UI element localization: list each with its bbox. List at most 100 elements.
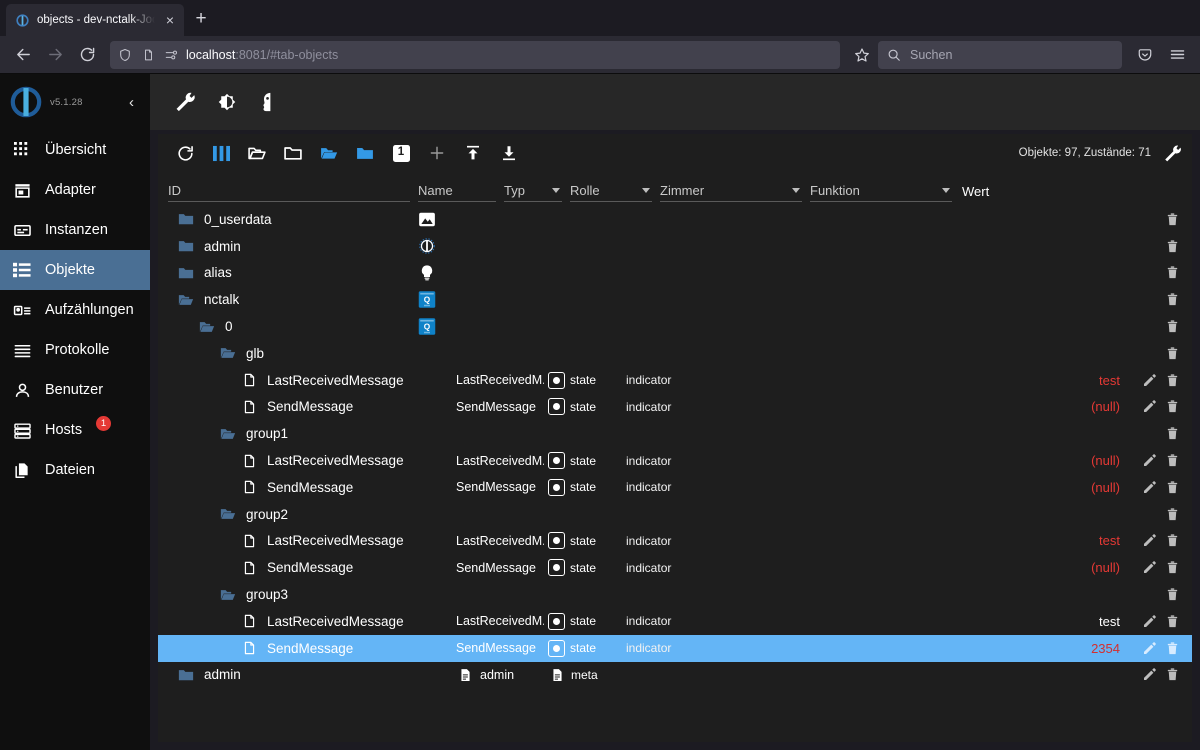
table-row[interactable]: alias (158, 260, 1192, 287)
edit-pencil-icon[interactable] (1142, 560, 1157, 575)
table-row[interactable]: LastReceivedMessageLastReceivedM...state… (158, 608, 1192, 635)
sidebar-item-uebersicht[interactable]: Übersicht (0, 130, 150, 170)
table-row[interactable]: SendMessageSendMessagestateindicator(nul… (158, 474, 1192, 501)
column-header-name[interactable]: Name (418, 180, 496, 202)
column-header-rolle[interactable]: Rolle (570, 180, 652, 202)
page-icon[interactable] (140, 47, 156, 63)
column-header-zimmer[interactable]: Zimmer (660, 180, 802, 202)
close-icon[interactable]: × (162, 12, 178, 28)
table-row[interactable]: group2 (158, 501, 1192, 528)
sidebar-item-objekte[interactable]: Objekte (0, 250, 150, 290)
new-tab-button[interactable]: + (186, 4, 216, 34)
delete-trash-icon[interactable] (1165, 507, 1180, 522)
brightness-icon[interactable] (216, 91, 238, 113)
reload-icon[interactable] (72, 40, 102, 70)
sidebar-item-protokolle[interactable]: Protokolle (0, 330, 150, 370)
sidebar-item-label: Adapter (45, 182, 96, 198)
bookmark-star-icon[interactable] (848, 41, 876, 69)
table-row[interactable]: SendMessageSendMessagestateindicator2354 (158, 635, 1192, 662)
folder-open-icon[interactable] (219, 505, 237, 523)
table-row[interactable]: group3 (158, 581, 1192, 608)
delete-trash-icon[interactable] (1165, 614, 1180, 629)
column-header-typ[interactable]: Typ (504, 180, 562, 202)
collapse-level-button[interactable] (348, 138, 382, 168)
delete-trash-icon[interactable] (1165, 667, 1180, 682)
sidebar-item-hosts[interactable]: Hosts 1 (0, 410, 150, 450)
head-icon[interactable] (258, 91, 280, 113)
delete-trash-icon[interactable] (1165, 426, 1180, 441)
delete-trash-icon[interactable] (1165, 453, 1180, 468)
sidebar-item-dateien[interactable]: Dateien (0, 450, 150, 490)
sidebar-item-instanzen[interactable]: Instanzen (0, 210, 150, 250)
table-row[interactable]: group1 (158, 420, 1192, 447)
sidebar-item-aufzaehlungen[interactable]: Aufzählungen (0, 290, 150, 330)
folder-open-icon[interactable] (219, 425, 237, 443)
delete-trash-icon[interactable] (1165, 373, 1180, 388)
expand-all-button[interactable] (240, 138, 274, 168)
folder-open-icon[interactable] (219, 586, 237, 604)
table-row[interactable]: LastReceivedMessageLastReceivedM...state… (158, 367, 1192, 394)
browser-search-bar[interactable]: Suchen (878, 41, 1122, 69)
delete-trash-icon[interactable] (1165, 292, 1180, 307)
table-row[interactable]: nctalkQ (158, 286, 1192, 313)
forward-icon[interactable] (40, 40, 70, 70)
folder-closed-icon[interactable] (177, 210, 195, 228)
delete-trash-icon[interactable] (1165, 641, 1180, 656)
delete-trash-icon[interactable] (1165, 239, 1180, 254)
sidebar-collapse-button[interactable]: ‹ (129, 95, 142, 110)
delete-trash-icon[interactable] (1165, 346, 1180, 361)
edit-pencil-icon[interactable] (1142, 533, 1157, 548)
toggle-columns-button[interactable] (204, 138, 238, 168)
permissions-icon[interactable] (163, 47, 179, 63)
edit-pencil-icon[interactable] (1142, 453, 1157, 468)
edit-pencil-icon[interactable] (1142, 399, 1157, 414)
folder-open-icon[interactable] (177, 291, 195, 309)
import-objects-button[interactable] (456, 138, 490, 168)
back-icon[interactable] (8, 40, 38, 70)
table-row[interactable]: 0Q (158, 313, 1192, 340)
depth-level-button[interactable]: 1 (384, 138, 418, 168)
browser-tab[interactable]: objects - dev-nctalk-Jochens-M × (6, 4, 184, 36)
delete-trash-icon[interactable] (1165, 319, 1180, 334)
table-row[interactable]: LastReceivedMessageLastReceivedM...state… (158, 447, 1192, 474)
add-object-button[interactable] (420, 138, 454, 168)
wrench-icon[interactable] (1163, 144, 1182, 163)
table-row[interactable]: glb (158, 340, 1192, 367)
delete-trash-icon[interactable] (1165, 480, 1180, 495)
folder-closed-icon[interactable] (177, 264, 195, 282)
table-row[interactable]: LastReceivedMessageLastReceivedM...state… (158, 528, 1192, 555)
sidebar-item-adapter[interactable]: Adapter (0, 170, 150, 210)
delete-trash-icon[interactable] (1165, 587, 1180, 602)
pocket-icon[interactable] (1130, 40, 1160, 70)
folder-open-icon[interactable] (219, 344, 237, 362)
edit-pencil-icon[interactable] (1142, 667, 1157, 682)
refresh-button[interactable] (168, 138, 202, 168)
table-row[interactable]: 0_userdata (158, 206, 1192, 233)
edit-pencil-icon[interactable] (1142, 480, 1157, 495)
table-row[interactable]: adminadminmeta (158, 662, 1192, 689)
table-row[interactable]: admin (158, 233, 1192, 260)
folder-closed-icon[interactable] (177, 237, 195, 255)
delete-trash-icon[interactable] (1165, 265, 1180, 280)
folder-open-icon[interactable] (198, 318, 216, 336)
column-header-funktion[interactable]: Funktion (810, 180, 952, 202)
wrench-icon[interactable] (174, 91, 196, 113)
edit-pencil-icon[interactable] (1142, 373, 1157, 388)
edit-pencil-icon[interactable] (1142, 641, 1157, 656)
delete-trash-icon[interactable] (1165, 212, 1180, 227)
column-header-id[interactable]: ID (168, 180, 410, 202)
delete-trash-icon[interactable] (1165, 533, 1180, 548)
hamburger-menu-icon[interactable] (1162, 40, 1192, 70)
collapse-all-button[interactable] (276, 138, 310, 168)
expand-level-button[interactable] (312, 138, 346, 168)
delete-trash-icon[interactable] (1165, 399, 1180, 414)
export-objects-button[interactable] (492, 138, 526, 168)
table-row[interactable]: SendMessageSendMessagestateindicator(nul… (158, 554, 1192, 581)
folder-closed-icon[interactable] (177, 666, 195, 684)
sidebar-item-benutzer[interactable]: Benutzer (0, 370, 150, 410)
delete-trash-icon[interactable] (1165, 560, 1180, 575)
url-bar[interactable]: localhost:8081/#tab-objects (110, 41, 840, 69)
shield-icon[interactable] (117, 47, 133, 63)
table-row[interactable]: SendMessageSendMessagestateindicator(nul… (158, 394, 1192, 421)
edit-pencil-icon[interactable] (1142, 614, 1157, 629)
